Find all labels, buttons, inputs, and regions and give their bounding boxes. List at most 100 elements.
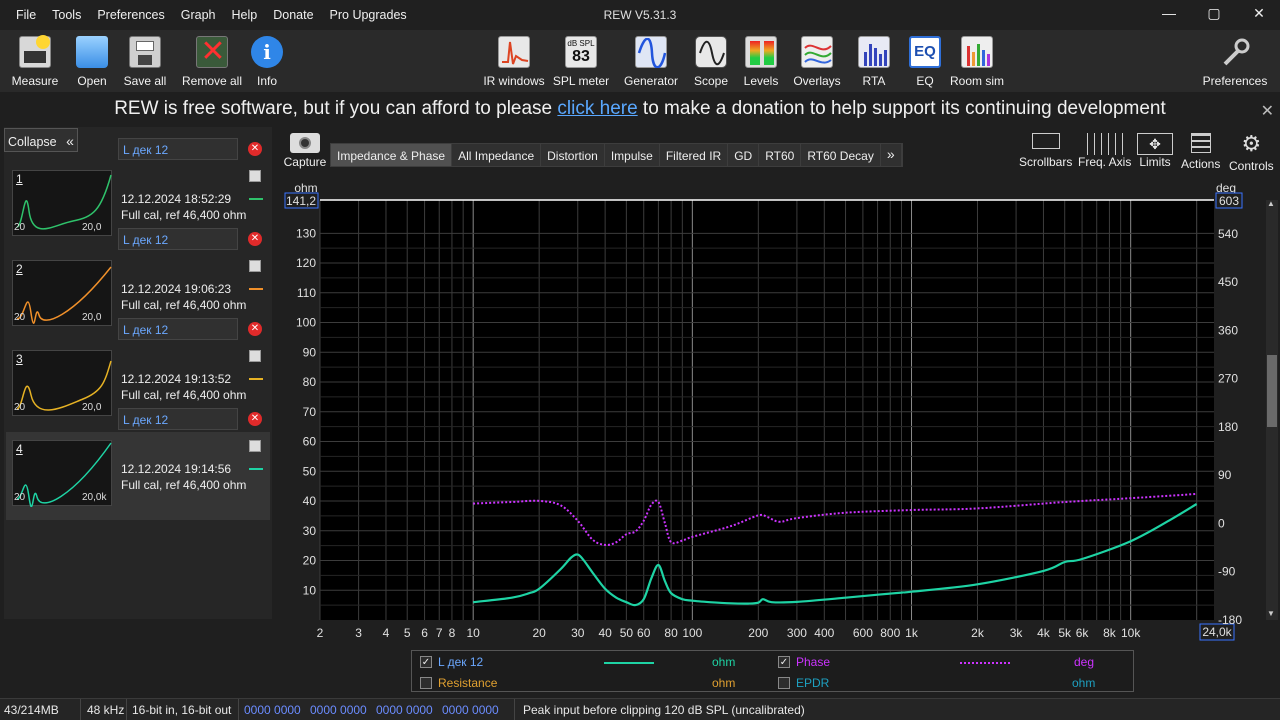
tab-rt60-decay[interactable]: RT60 Decay bbox=[801, 144, 881, 166]
x-tick-label: 30 bbox=[571, 626, 585, 640]
room-sim-button[interactable]: Room sim bbox=[942, 36, 1012, 88]
x-tick-label: 2 bbox=[317, 626, 324, 640]
tab-rt60[interactable]: RT60 bbox=[759, 144, 802, 166]
x-tick-label: 300 bbox=[787, 626, 807, 640]
tab-filtered-ir[interactable]: Filtered IR bbox=[660, 144, 729, 166]
x-tick-label: 3 bbox=[355, 626, 362, 640]
legend-checkbox[interactable]: ✓ bbox=[420, 656, 432, 668]
legend-checkbox[interactable] bbox=[420, 677, 432, 689]
ir-windows-button[interactable]: IR windows bbox=[479, 36, 549, 88]
delete-measurement-icon[interactable]: ✕ bbox=[248, 322, 262, 336]
capture-button[interactable]: Capture bbox=[283, 133, 327, 169]
x-tick-label: 10k bbox=[1121, 626, 1141, 640]
measurement-note: Full cal, ref 46,400 ohm bbox=[121, 478, 247, 492]
x-tick-label: 4k bbox=[1037, 626, 1051, 640]
measurement-name-field[interactable]: L дек 12 bbox=[118, 228, 238, 250]
edit-notes-icon[interactable] bbox=[249, 440, 261, 452]
info-button[interactable]: i Info bbox=[232, 36, 302, 88]
delete-measurement-icon[interactable]: ✕ bbox=[248, 142, 262, 156]
minimize-button[interactable]: — bbox=[1154, 5, 1184, 25]
y-right-tick-label: 0 bbox=[1218, 516, 1225, 530]
legend-line-swatch bbox=[960, 662, 1010, 664]
camera-icon bbox=[290, 133, 320, 153]
menu-graph[interactable]: Graph bbox=[173, 8, 224, 22]
actions-icon bbox=[1190, 133, 1211, 153]
y-left-tick-label: 20 bbox=[303, 554, 317, 568]
controls-button[interactable]: ⚙ Controls bbox=[1229, 131, 1274, 174]
measurement-item[interactable]: 4 20 20,0k L дек 12 ✕ 12.12.2024 19:14:56 Full… bbox=[6, 408, 270, 520]
legend-series-name: L дек 12 bbox=[438, 655, 484, 669]
menu-pro-upgrades[interactable]: Pro Upgrades bbox=[322, 8, 415, 22]
delete-measurement-icon[interactable]: ✕ bbox=[248, 232, 262, 246]
actions-button[interactable]: Actions bbox=[1181, 133, 1220, 171]
preferences-button[interactable]: Preferences bbox=[1200, 36, 1270, 88]
impedance-phase-graph[interactable]: 2 3 4 5 6 7 8 10 20 30 40 50 60 80 100 200 300 400 600 800 1… bbox=[276, 180, 1280, 650]
scope-icon bbox=[695, 36, 727, 68]
banner-close-icon[interactable]: ✕ bbox=[1261, 101, 1274, 121]
scroll-down-icon[interactable]: ▼ bbox=[1267, 609, 1275, 618]
measurement-name-field[interactable]: L дек 12 bbox=[118, 408, 238, 430]
collapse-button[interactable]: Collapse « bbox=[4, 128, 78, 152]
spl-meter-button[interactable]: dB SPL 83 SPL meter bbox=[546, 36, 616, 88]
y-right-tick-label: 90 bbox=[1218, 468, 1232, 482]
trace-color-icon[interactable] bbox=[249, 372, 263, 380]
trace-color-icon[interactable] bbox=[249, 282, 263, 290]
menu-bar: File Tools Preferences Graph Help Donate… bbox=[8, 8, 415, 22]
double-chevron-left-icon: « bbox=[66, 133, 74, 149]
limits-button[interactable]: ✥ Limits bbox=[1137, 133, 1173, 169]
memory-usage[interactable]: 43/214MB bbox=[4, 703, 59, 717]
more-tabs-icon[interactable]: » bbox=[881, 144, 902, 166]
legend-checkbox[interactable] bbox=[778, 677, 790, 689]
close-window-button[interactable]: ✕ bbox=[1244, 5, 1274, 25]
levels-icon bbox=[745, 36, 777, 68]
wrench-icon bbox=[1219, 36, 1251, 68]
x-tick-label: 8 bbox=[449, 626, 456, 640]
x-tick-label: 50 bbox=[620, 626, 634, 640]
scrollbar-thumb[interactable] bbox=[1267, 355, 1277, 427]
trace-color-icon[interactable] bbox=[249, 192, 263, 200]
menu-preferences[interactable]: Preferences bbox=[89, 8, 172, 22]
legend-series-name: Resistance bbox=[438, 676, 498, 690]
tab-all-impedance[interactable]: All Impedance bbox=[452, 144, 542, 166]
menu-donate[interactable]: Donate bbox=[265, 8, 321, 22]
gear-icon: ⚙ bbox=[1241, 131, 1262, 156]
y-left-tick-label: 50 bbox=[303, 464, 317, 478]
title-bar: File Tools Preferences Graph Help Donate… bbox=[0, 0, 1280, 30]
y-left-tick-label: 130 bbox=[296, 226, 316, 240]
delete-measurement-icon[interactable]: ✕ bbox=[248, 412, 262, 426]
trace-color-icon[interactable] bbox=[249, 462, 263, 470]
measurement-date: 12.12.2024 19:14:56 bbox=[121, 462, 232, 476]
x-tick-label: 1k bbox=[905, 626, 919, 640]
measurement-number: 2 bbox=[16, 262, 23, 276]
x-tick-label: 200 bbox=[748, 626, 768, 640]
maximize-button[interactable]: ▢ bbox=[1199, 5, 1229, 25]
menu-help[interactable]: Help bbox=[224, 8, 266, 22]
donate-link[interactable]: click here bbox=[557, 98, 637, 119]
measurement-name-field[interactable]: L дек 12 bbox=[118, 138, 238, 160]
measurement-number: 1 bbox=[16, 172, 23, 186]
y-right-tick-label: 450 bbox=[1218, 275, 1238, 289]
tab-gd[interactable]: GD bbox=[728, 144, 760, 166]
info-icon: i bbox=[251, 36, 283, 68]
tab-impulse[interactable]: Impulse bbox=[605, 144, 660, 166]
scrollbars-button[interactable]: Scrollbars bbox=[1019, 133, 1072, 169]
tab-impedance-phase[interactable]: Impedance & Phase bbox=[331, 144, 453, 166]
y-left-tick-label: 80 bbox=[303, 375, 317, 389]
legend-checkbox[interactable]: ✓ bbox=[778, 656, 790, 668]
rta-icon bbox=[858, 36, 890, 68]
edit-notes-icon[interactable] bbox=[249, 260, 261, 272]
save-all-button[interactable]: Save all bbox=[110, 36, 180, 88]
x-end-label: 24,0k bbox=[1202, 625, 1232, 639]
menu-file[interactable]: File bbox=[8, 8, 44, 22]
edit-notes-icon[interactable] bbox=[249, 350, 261, 362]
freq-axis-button[interactable]: Freq. Axis bbox=[1078, 133, 1131, 169]
edit-notes-icon[interactable] bbox=[249, 170, 261, 182]
main-toolbar: Measure Open Save all ✕ Remove all i Inf… bbox=[0, 30, 1280, 92]
scrollbars-icon bbox=[1031, 133, 1060, 149]
menu-tools[interactable]: Tools bbox=[44, 8, 89, 22]
spl-meter-icon: dB SPL 83 bbox=[565, 36, 597, 68]
tab-distortion[interactable]: Distortion bbox=[541, 144, 605, 166]
measurement-name-field[interactable]: L дек 12 bbox=[118, 318, 238, 340]
y-left-tick-label: 70 bbox=[303, 405, 317, 419]
scroll-up-icon[interactable]: ▲ bbox=[1267, 199, 1275, 208]
